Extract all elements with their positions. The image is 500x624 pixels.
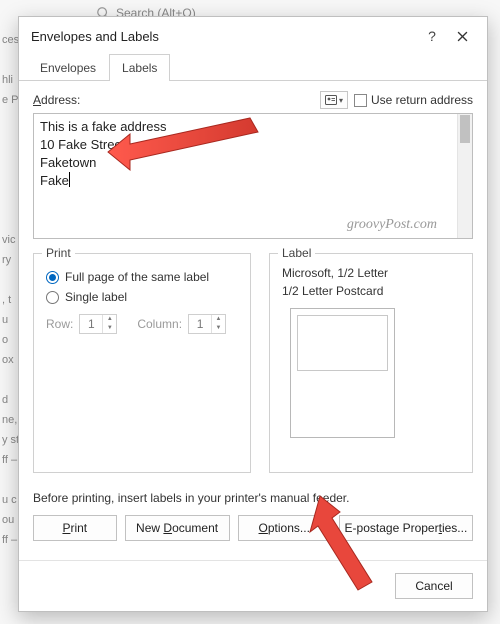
background-cropped-text: ces: hli e P vic ry , t u o ox d ne, y s…: [0, 30, 18, 624]
label-vendor: Microsoft, 1/2 Letter: [282, 264, 460, 282]
row-label: Row:: [46, 317, 73, 331]
address-label: Address:: [33, 93, 320, 107]
watermark: groovyPost.com: [347, 216, 437, 234]
close-icon: [457, 31, 468, 42]
dialog-titlebar: Envelopes and Labels ?: [19, 17, 487, 53]
print-group: Print Full page of the same label Single…: [33, 253, 251, 473]
text-cursor: [69, 172, 70, 187]
scrollbar-thumb[interactable]: [460, 115, 470, 143]
printer-hint: Before printing, insert labels in your p…: [33, 491, 473, 505]
use-return-address[interactable]: Use return address: [354, 93, 473, 107]
close-button[interactable]: [447, 25, 477, 47]
tab-labels[interactable]: Labels: [109, 54, 170, 81]
address-book-button[interactable]: [320, 91, 348, 109]
label-product: 1/2 Letter Postcard: [282, 282, 460, 300]
address-book-icon: [325, 95, 337, 105]
print-legend: Print: [42, 246, 75, 260]
label-group[interactable]: Label Microsoft, 1/2 Letter 1/2 Letter P…: [269, 253, 473, 473]
address-scrollbar[interactable]: [457, 114, 472, 238]
label-preview: [290, 308, 395, 438]
dialog-footer: Cancel: [19, 560, 487, 611]
help-button[interactable]: ?: [417, 25, 447, 47]
radio-single-label-input[interactable]: [46, 291, 59, 304]
address-textarea-wrap: This is a fake address 10 Fake Street Fa…: [33, 113, 473, 239]
row-spinner-arrows[interactable]: ▲▼: [102, 315, 116, 333]
action-button-row: Print New Document Options... E-postage …: [33, 515, 473, 541]
address-textarea[interactable]: This is a fake address 10 Fake Street Fa…: [34, 114, 457, 238]
radio-full-page-input[interactable]: [46, 271, 59, 284]
column-label: Column:: [137, 317, 182, 331]
column-spinner[interactable]: 1 ▲▼: [188, 314, 226, 334]
cancel-button[interactable]: Cancel: [395, 573, 473, 599]
options-button[interactable]: Options...: [238, 515, 331, 541]
dialog-body: Address: Use return address Thi: [19, 81, 487, 560]
column-spinner-arrows[interactable]: ▲▼: [211, 315, 225, 333]
label-info: Microsoft, 1/2 Letter 1/2 Letter Postcar…: [282, 264, 460, 300]
new-document-button[interactable]: New Document: [125, 515, 230, 541]
address-header-row: Address: Use return address: [33, 91, 473, 109]
tab-strip: Envelopes Labels: [19, 53, 487, 81]
label-legend: Label: [278, 246, 315, 260]
radio-single-label[interactable]: Single label: [46, 290, 238, 304]
envelopes-labels-dialog: Envelopes and Labels ? Envelopes Labels …: [18, 16, 488, 612]
row-spinner[interactable]: 1 ▲▼: [79, 314, 117, 334]
radio-full-page[interactable]: Full page of the same label: [46, 270, 238, 284]
e-postage-properties-button[interactable]: E-postage Properties...: [339, 515, 473, 541]
dialog-title: Envelopes and Labels: [31, 29, 417, 44]
use-return-address-checkbox[interactable]: [354, 94, 367, 107]
tab-envelopes[interactable]: Envelopes: [27, 54, 109, 81]
print-button[interactable]: Print: [33, 515, 117, 541]
row-column-controls: Row: 1 ▲▼ Column: 1 ▲▼: [46, 314, 238, 334]
use-return-address-label: Use return address: [371, 93, 473, 107]
